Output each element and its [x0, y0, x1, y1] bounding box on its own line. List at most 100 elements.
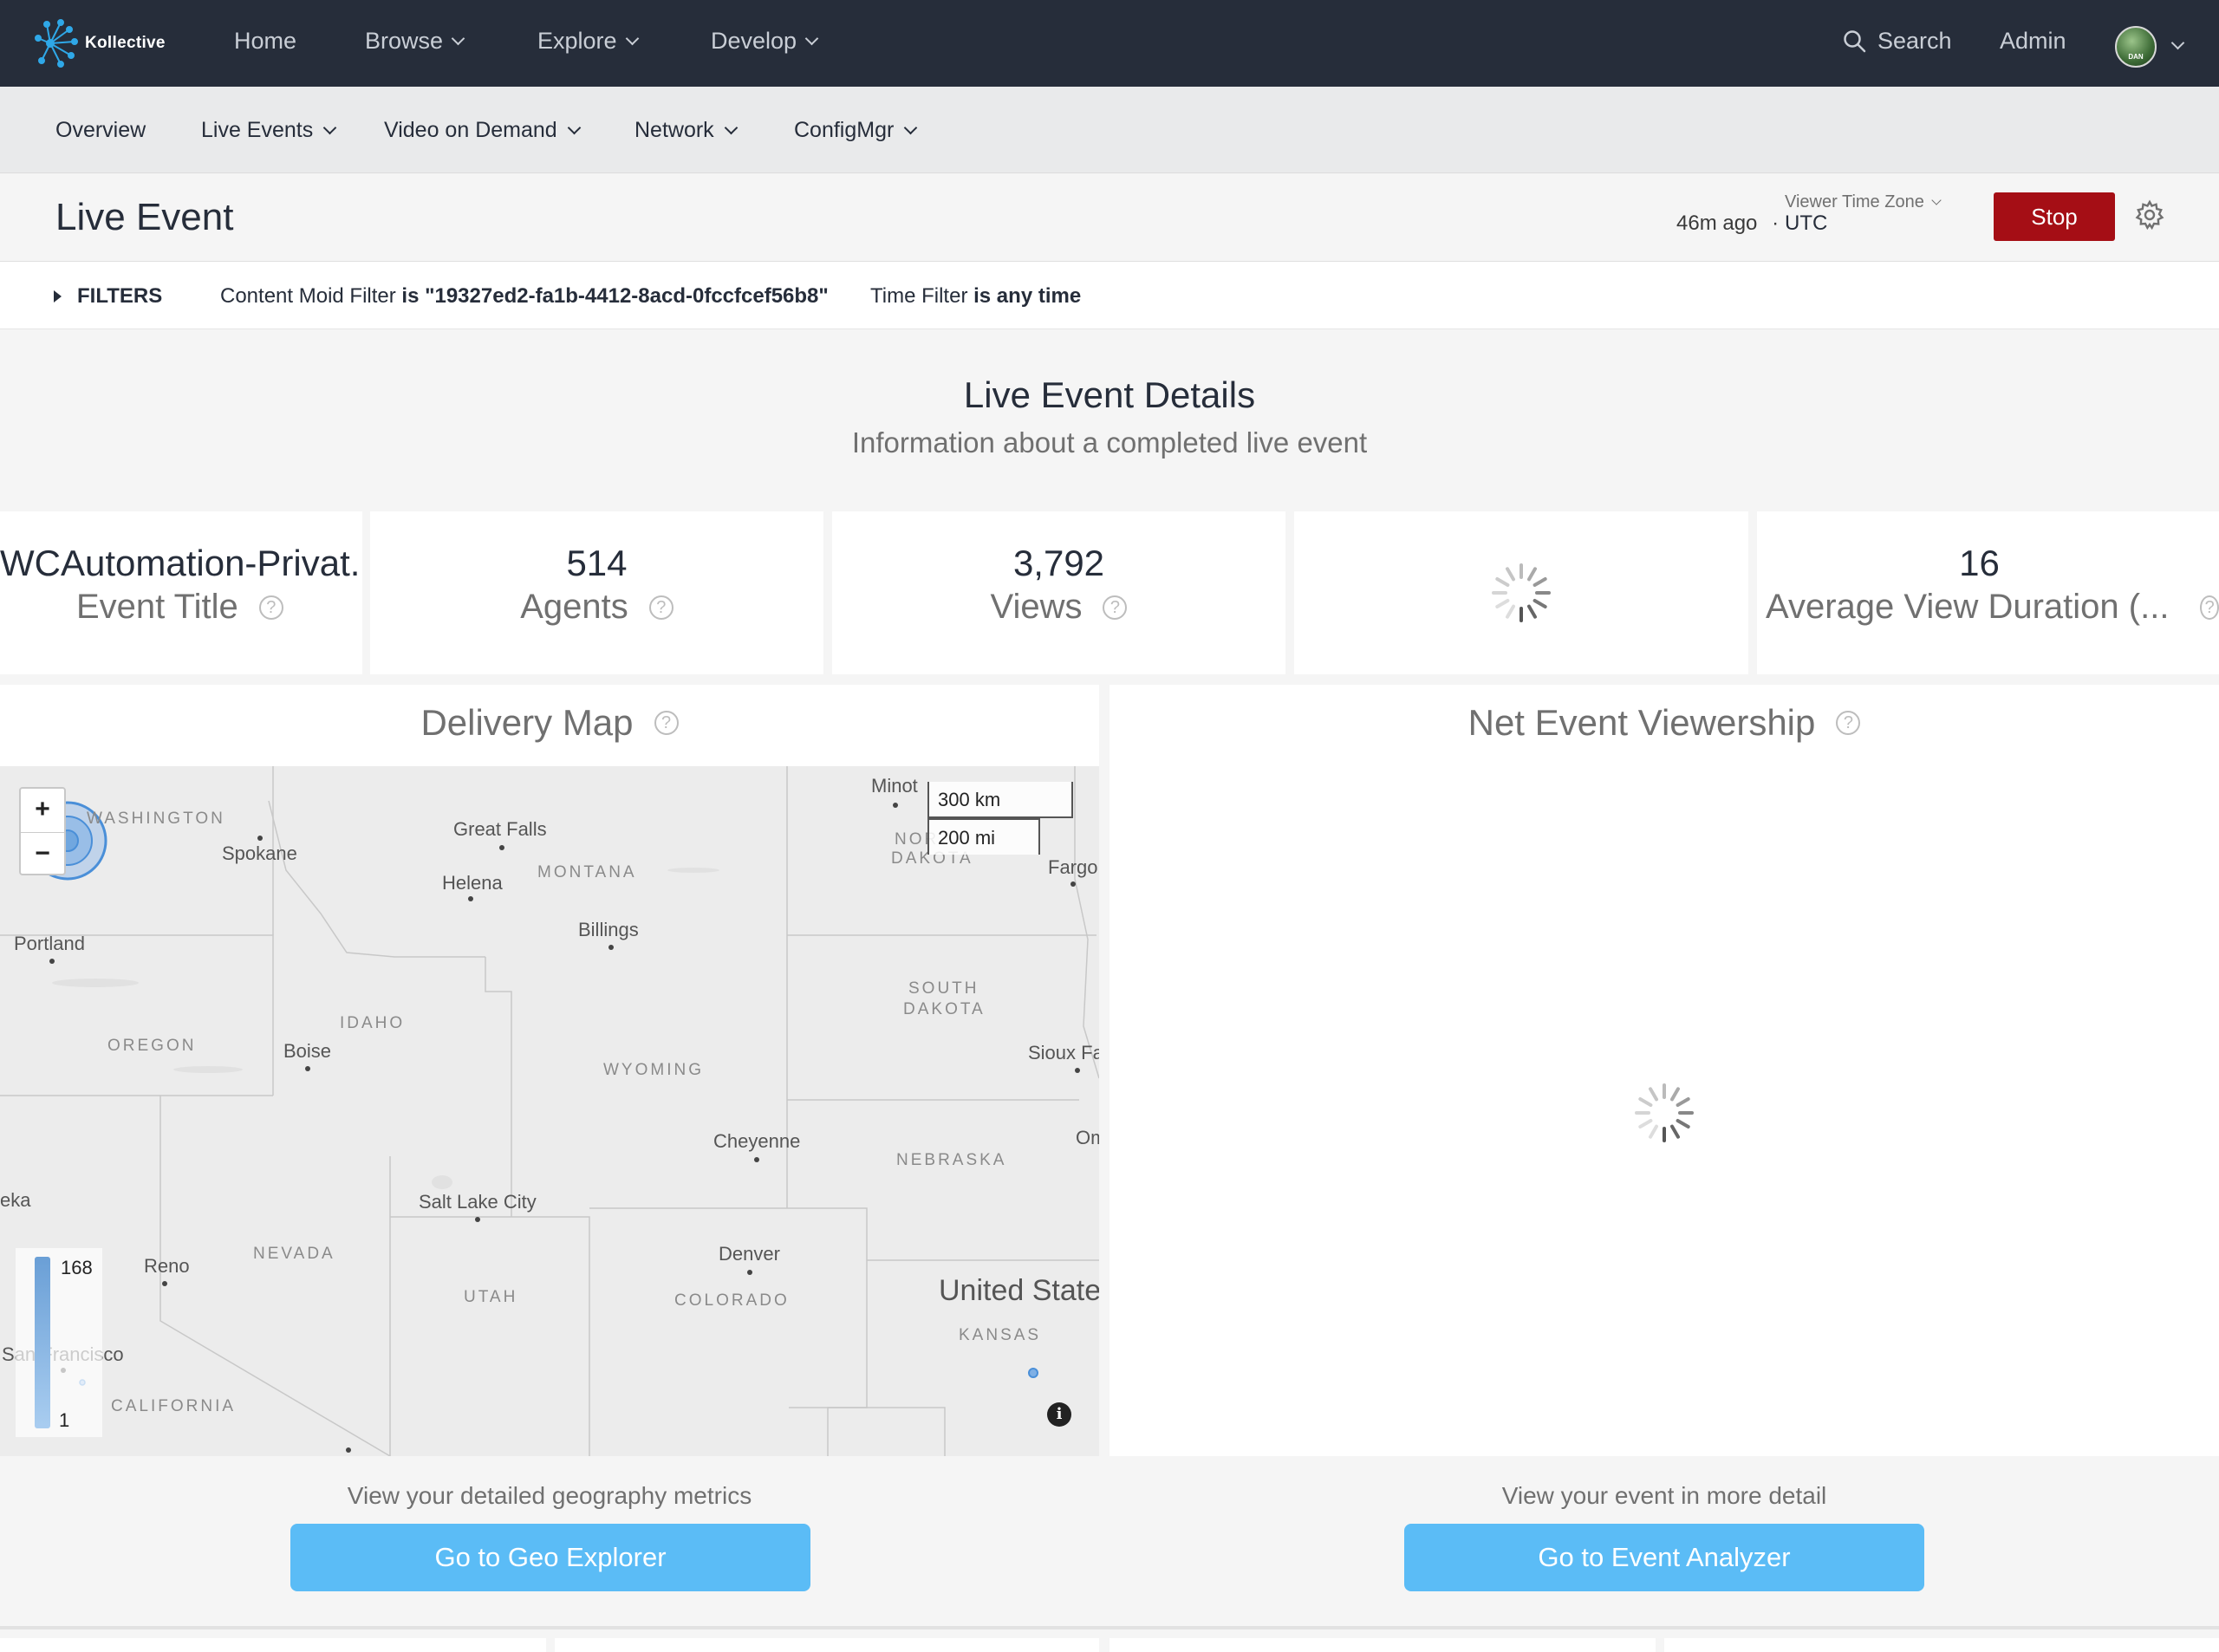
state-label: CALIFORNIA — [111, 1397, 237, 1415]
chevron-down-icon — [567, 120, 581, 135]
help-icon[interactable]: ? — [654, 711, 679, 735]
timezone-selector[interactable]: Viewer Time Zone — [1785, 192, 1942, 212]
event-title-label-row: Event Title ? — [0, 588, 362, 627]
nav-home[interactable]: Home — [234, 28, 296, 55]
info-icon[interactable]: i — [1047, 1402, 1071, 1427]
subnav-configmgr-label: ConfigMgr — [794, 118, 895, 142]
state-label: OREGON — [107, 1037, 197, 1055]
next-panel-edge — [555, 1638, 1099, 1652]
caret-right-icon — [54, 290, 62, 302]
city-label: Om — [1076, 1127, 1099, 1148]
content-filter[interactable]: Content Moid Filter is "19327ed2-fa1b-44… — [220, 284, 829, 309]
stop-button[interactable]: Stop — [1994, 192, 2115, 241]
state-label: NEBRASKA — [896, 1151, 1007, 1169]
user-menu-chevron-icon[interactable] — [2170, 36, 2185, 50]
city-dot — [1070, 881, 1076, 887]
avg-duration-label-row: Average View Duration (... ? — [1757, 588, 2219, 627]
delivery-map-title: Delivery Map — [420, 702, 634, 743]
top-navigation-bar: Kollective Home Browse Explore Develop S… — [0, 0, 2219, 87]
subnav-overview-label: Overview — [55, 118, 146, 142]
viewership-title-row: Net Event Viewership ? — [1110, 702, 2219, 744]
event-analyzer-prompt: View your event in more detail — [1501, 1482, 1827, 1509]
filters-label: FILTERS — [77, 284, 163, 308]
city-dot — [475, 1217, 480, 1222]
kollective-logo-icon — [35, 19, 78, 68]
city-label: Boise — [283, 1040, 332, 1062]
subnav-live-events[interactable]: Live Events — [201, 118, 337, 143]
city-label: eka — [0, 1189, 31, 1211]
agents-tile: 514 Agents ? — [370, 511, 823, 674]
help-icon[interactable]: ? — [1836, 711, 1861, 735]
nav-admin[interactable]: Admin — [2000, 28, 2066, 55]
subnav-network[interactable]: Network — [634, 118, 738, 143]
filters-toggle[interactable]: FILTERS — [54, 284, 162, 309]
nav-develop[interactable]: Develop — [711, 28, 819, 55]
zoom-in-button[interactable]: + — [21, 789, 64, 833]
city-label: Salt Lake City — [419, 1191, 537, 1213]
city-label: Minot — [871, 775, 918, 797]
city-label: Cheyenne — [713, 1130, 801, 1152]
go-to-event-analyzer-button[interactable]: Go to Event Analyzer — [1404, 1524, 1924, 1591]
state-label: KANSAS — [959, 1326, 1042, 1344]
help-icon[interactable]: ? — [648, 595, 674, 620]
city-dot — [754, 1157, 759, 1162]
subnav-video-on-demand[interactable]: Video on Demand — [384, 118, 581, 143]
details-title: Live Event Details — [963, 374, 1256, 415]
map-scale: 300 km 200 mi — [927, 782, 1073, 855]
country-label: United State — [939, 1274, 1099, 1307]
city-dot — [747, 1270, 752, 1275]
scale-km: 300 km — [927, 782, 1073, 818]
city-label: Spokane — [222, 842, 297, 864]
content-filter-name: Content Moid Filter — [220, 284, 396, 308]
help-icon[interactable]: ? — [1103, 595, 1128, 620]
time-filter[interactable]: Time Filter is any time — [870, 284, 1081, 309]
net-event-viewership-panel: Net Event Viewership ? — [1110, 685, 2219, 1456]
viewership-title: Net Event Viewership — [1467, 702, 1816, 743]
agents-value: 514 — [566, 543, 628, 583]
legend-gradient — [35, 1257, 50, 1428]
kollective-logo[interactable]: Kollective — [35, 16, 173, 71]
subnav-live-events-label: Live Events — [201, 118, 314, 142]
subnav-configmgr[interactable]: ConfigMgr — [794, 118, 918, 143]
chevron-down-icon — [451, 31, 465, 46]
brand-name: Kollective — [85, 34, 166, 52]
chevron-down-icon — [724, 120, 738, 135]
state-label: WASHINGTON — [87, 810, 225, 828]
timezone-value: UTC — [1785, 211, 1828, 235]
details-subtitle: Information about a completed live event — [851, 426, 1368, 459]
help-icon[interactable]: ? — [258, 595, 283, 620]
gear-icon[interactable] — [2134, 199, 2165, 231]
state-label: NEVADA — [253, 1245, 335, 1263]
user-avatar[interactable]: DAN — [2115, 26, 2157, 68]
average-view-duration-tile: 16 Average View Duration (... ? — [1757, 511, 2219, 674]
views-tile: 3,792 Views ? — [832, 511, 1285, 674]
scale-mi: 200 mi — [927, 818, 1040, 855]
loading-spinner-icon — [1635, 1083, 1694, 1142]
views-label: Views — [990, 588, 1083, 626]
nav-explore[interactable]: Explore — [537, 28, 639, 55]
help-icon[interactable]: ? — [2200, 595, 2219, 620]
delivery-map[interactable]: WASHINGTON MONTANA NOR DAKOTA SOUTH DAKO… — [0, 766, 1099, 1456]
nav-admin-label: Admin — [2000, 28, 2066, 54]
city-dot — [893, 803, 898, 808]
agents-label-row: Agents ? — [370, 588, 823, 627]
zoom-control: + − — [19, 787, 66, 875]
subnav-overview[interactable]: Overview — [55, 118, 146, 143]
page-header: Live Event 46m ago · Viewer Time Zone UT… — [0, 173, 2219, 262]
nav-explore-label: Explore — [537, 28, 617, 54]
zoom-out-button[interactable]: − — [21, 833, 64, 876]
state-label: COLORADO — [674, 1291, 790, 1310]
chevron-down-icon — [804, 31, 819, 46]
city-dot — [346, 1447, 351, 1453]
event-title-value: WCAutomation-Privat... — [0, 543, 362, 583]
state-label: SOUTH — [908, 979, 979, 998]
city-label: Helena — [442, 872, 503, 894]
nav-search[interactable]: Search — [1843, 28, 1952, 55]
state-label: WYOMING — [603, 1061, 704, 1079]
go-to-geo-explorer-button[interactable]: Go to Geo Explorer — [290, 1524, 810, 1591]
geo-explorer-prompt: View your detailed geography metrics — [347, 1482, 752, 1509]
nav-browse[interactable]: Browse — [365, 28, 465, 55]
state-label: MONTANA — [537, 863, 637, 881]
chevron-down-icon — [1931, 194, 1942, 205]
city-dot — [499, 845, 504, 850]
